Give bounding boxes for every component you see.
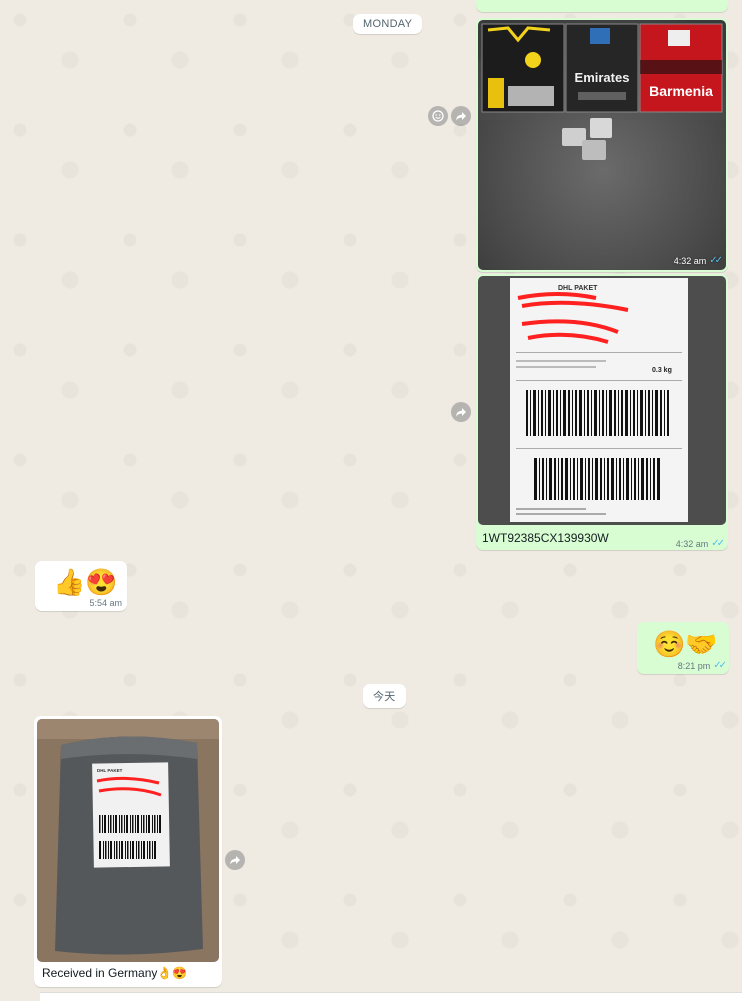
label-carrier-text: DHL PAKET	[558, 285, 598, 292]
double-check-icon: ✓✓	[713, 660, 727, 671]
handshake-meta: 8:21 pm ✓✓	[677, 660, 727, 671]
jerseys-photo[interactable]: Emirates Barmenia	[478, 20, 726, 270]
message-time: 8:21 pm	[677, 660, 711, 671]
date-separator-today: 今天	[363, 684, 406, 708]
jersey-print-emirates: Emirates	[575, 70, 630, 85]
emoji-text: ☺️🤝	[653, 629, 718, 659]
forward-icon[interactable]	[451, 106, 471, 126]
received-photo-message[interactable]: DHL PAKET Received in Germany👌😍	[34, 716, 222, 987]
shipping-label-photo[interactable]: DHL PAKET 0.3 kg	[478, 276, 726, 525]
label-weight-text: 0.3 kg	[652, 367, 672, 374]
emoji-reply-meta: 5:54 am	[89, 598, 122, 608]
message-time: 5:54 am	[89, 598, 122, 608]
double-check-icon: ✓✓	[709, 255, 723, 266]
emoji-text: 👍😍	[53, 567, 118, 597]
label-message-meta: 4:32 am ✓✓	[675, 538, 725, 549]
label-photo-caption: 1WT92385CX139930W	[482, 531, 609, 545]
jerseys-photo-message[interactable]: Emirates Barmenia 4:32 am ✓✓	[476, 18, 728, 272]
jersey-print-barmenia: Barmenia	[649, 83, 713, 99]
message-time: 4:32 am	[673, 255, 707, 266]
message-time: 4:32 am	[675, 538, 709, 549]
received-photo-caption: Received in Germany👌😍	[42, 966, 188, 980]
parcel-label-carrier-text: DHL PAKET	[97, 768, 123, 773]
label-photo-message[interactable]: DHL PAKET 0.3 kg 1WT92385CX139930W 4:32 …	[476, 274, 728, 550]
date-separator-monday: MONDAY	[353, 14, 423, 34]
smiley-icon[interactable]	[428, 106, 448, 126]
previous-message-bubble[interactable]	[476, 0, 728, 12]
received-parcel-photo[interactable]: DHL PAKET	[37, 719, 219, 962]
double-check-icon: ✓✓	[711, 538, 725, 549]
jerseys-message-meta: 4:32 am ✓✓	[673, 255, 723, 266]
emoji-reply-message[interactable]: 👍😍 5:54 am	[35, 561, 127, 611]
forward-icon[interactable]	[451, 402, 471, 422]
handshake-message[interactable]: ☺️🤝 8:21 pm ✓✓	[637, 622, 729, 674]
forward-icon[interactable]	[225, 850, 245, 870]
